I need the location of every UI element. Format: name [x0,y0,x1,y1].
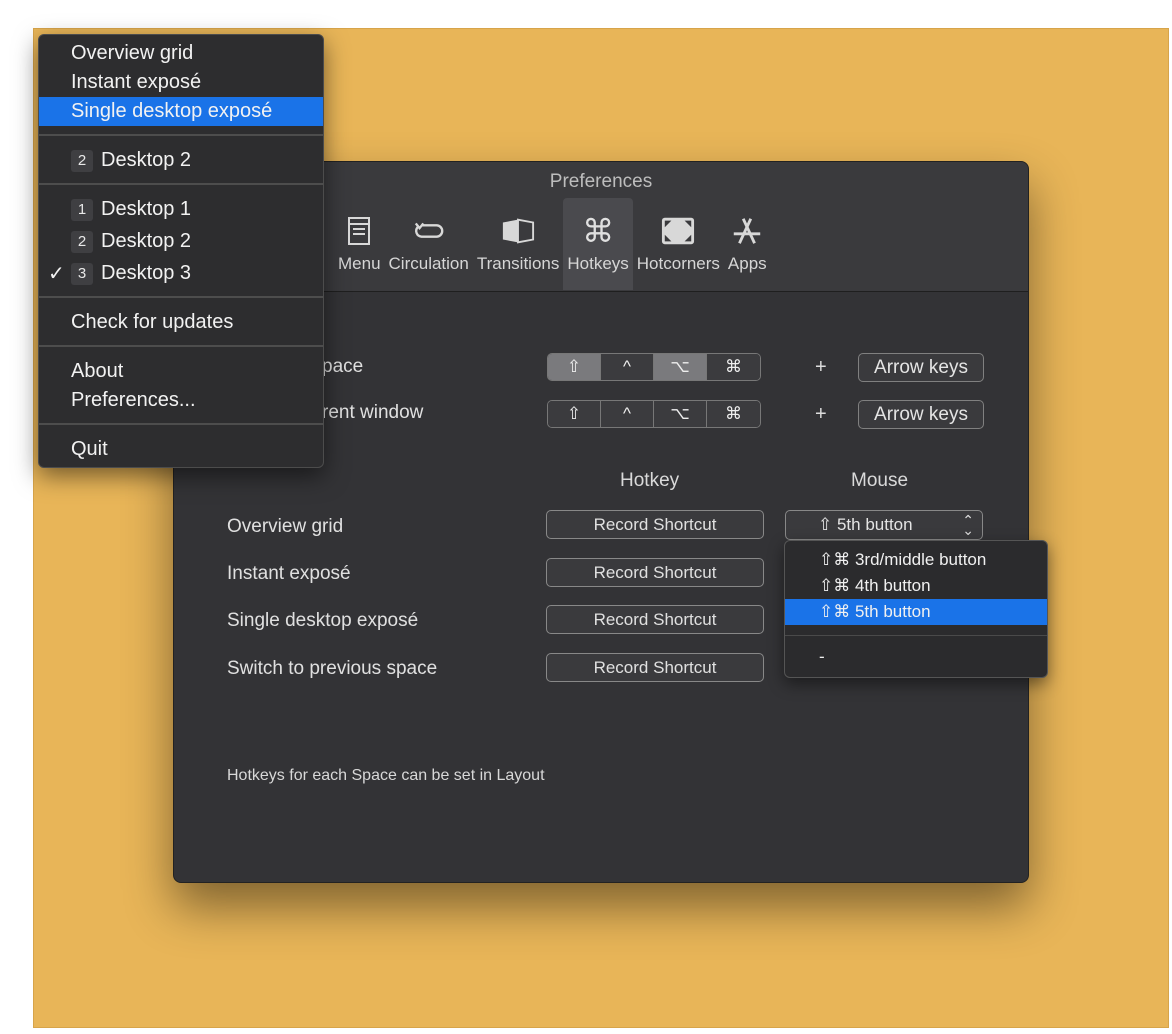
tab-hotcorners[interactable]: Hotcorners [633,198,724,290]
desktop-number-badge: 3 [71,262,93,285]
menu-item-label: Desktop 1 [101,198,192,220]
menu-separator [39,345,323,347]
record-shortcut-button[interactable]: Record Shortcut [546,605,764,634]
mouse-button-dropdown: ⇧⌘ 3rd/middle button ⇧⌘ 4th button ⇧⌘ 5t… [784,540,1048,678]
action-label-single-desktop: Single desktop exposé [227,610,419,631]
menu-item-current-desktop[interactable]: 2 Desktop 2 [39,146,323,175]
arrow-keys-button[interactable]: Arrow keys [858,400,984,429]
menu-item-single-desktop-expose[interactable]: Single desktop exposé [39,97,323,126]
modifier-control[interactable]: ^ [601,354,654,380]
checkmark-icon: ✓ [48,263,65,285]
preferences-toolbar: Menu Circulation Transitions ⌘ Hotkeys H… [334,198,771,290]
row-label-window: rent window [322,402,424,423]
action-label-previous-space: Switch to previous space [227,658,438,679]
dropdown-separator [785,635,1047,636]
tab-circulation-label: Circulation [388,254,469,273]
mouse-button-popup[interactable]: ⇧ 5th button ⌃ ⌄ [785,510,983,540]
modifier-option[interactable]: ⌥ [654,354,707,380]
menu-item-about[interactable]: About [39,357,323,386]
hotcorners-icon [661,214,695,248]
modifier-control[interactable]: ^ [601,401,654,427]
modifier-command[interactable]: ⌘ [707,354,760,380]
desktop-number-badge: 1 [71,198,93,221]
action-label-instant: Instant exposé [227,563,351,584]
menu-separator [39,134,323,136]
tab-hotcorners-label: Hotcorners [636,254,720,273]
tab-menu-label: Menu [338,254,381,273]
menu-item-label: Desktop 2 [101,230,192,252]
tab-transitions[interactable]: Transitions [473,198,564,290]
menu-separator [39,423,323,425]
footnote-text: Hotkeys for each Space can be set in Lay… [227,767,545,784]
tab-apps[interactable]: Apps [724,198,771,290]
mouse-popup-value: ⇧ 5th button [818,515,913,534]
modifier-option[interactable]: ⌥ [654,401,707,427]
apps-icon [730,214,764,248]
tab-hotkeys[interactable]: ⌘ Hotkeys [563,198,633,290]
menu-item-label: Desktop 2 [101,149,192,171]
modifier-selector-space: ⇧ ^ ⌥ ⌘ [547,353,761,381]
row-label-space: pace [322,356,364,377]
menu-icon [342,214,376,248]
dropdown-item[interactable]: ⇧⌘ 3rd/middle button [785,547,1047,573]
column-header-mouse: Mouse [851,470,909,491]
chevron-updown-icon: ⌃ ⌄ [962,512,974,538]
menu-item-check-updates[interactable]: Check for updates [39,308,323,337]
status-menu: Overview grid Instant exposé Single desk… [38,34,324,468]
arrow-keys-button[interactable]: Arrow keys [858,353,984,382]
tab-transitions-label: Transitions [476,254,560,273]
transitions-icon [501,214,535,248]
action-label-overview: Overview grid [227,516,344,537]
record-shortcut-button[interactable]: Record Shortcut [546,653,764,682]
menu-item-instant-expose[interactable]: Instant exposé [39,68,323,97]
record-shortcut-button[interactable]: Record Shortcut [546,510,764,539]
record-shortcut-button[interactable]: Record Shortcut [546,558,764,587]
command-key-icon: ⌘ [582,213,615,249]
modifier-command[interactable]: ⌘ [707,401,760,427]
column-header-hotkey: Hotkey [620,470,680,491]
menu-item-preferences[interactable]: Preferences... [39,386,323,415]
modifier-shift[interactable]: ⇧ [548,401,601,427]
desktop-number-badge: 2 [71,230,93,253]
menu-item-label: Desktop 3 [101,262,192,284]
plus-sign: + [815,403,827,425]
plus-sign: + [815,356,827,378]
menu-item-desktop-2[interactable]: 2 Desktop 2 [39,227,323,256]
dropdown-item[interactable]: ⇧⌘ 4th button [785,573,1047,599]
modifier-shift[interactable]: ⇧ [548,354,601,380]
menu-item-desktop-1[interactable]: 1 Desktop 1 [39,195,323,224]
menu-separator [39,183,323,185]
modifier-selector-window: ⇧ ^ ⌥ ⌘ [547,400,761,428]
menu-item-overview-grid[interactable]: Overview grid [39,39,323,68]
menu-item-quit[interactable]: Quit [39,435,323,464]
tab-apps-label: Apps [727,254,767,273]
tab-circulation[interactable]: Circulation [385,198,473,290]
desktop-number-badge: 2 [71,149,93,172]
tab-hotkeys-label: Hotkeys [567,254,629,273]
dropdown-item-selected[interactable]: ⇧⌘ 5th button [785,599,1047,625]
menu-separator [39,296,323,298]
dropdown-item-none[interactable]: - [785,644,1047,670]
menu-item-desktop-3[interactable]: ✓ 3 Desktop 3 [39,259,323,288]
tab-menu[interactable]: Menu [334,198,385,290]
circulation-icon [412,214,446,248]
